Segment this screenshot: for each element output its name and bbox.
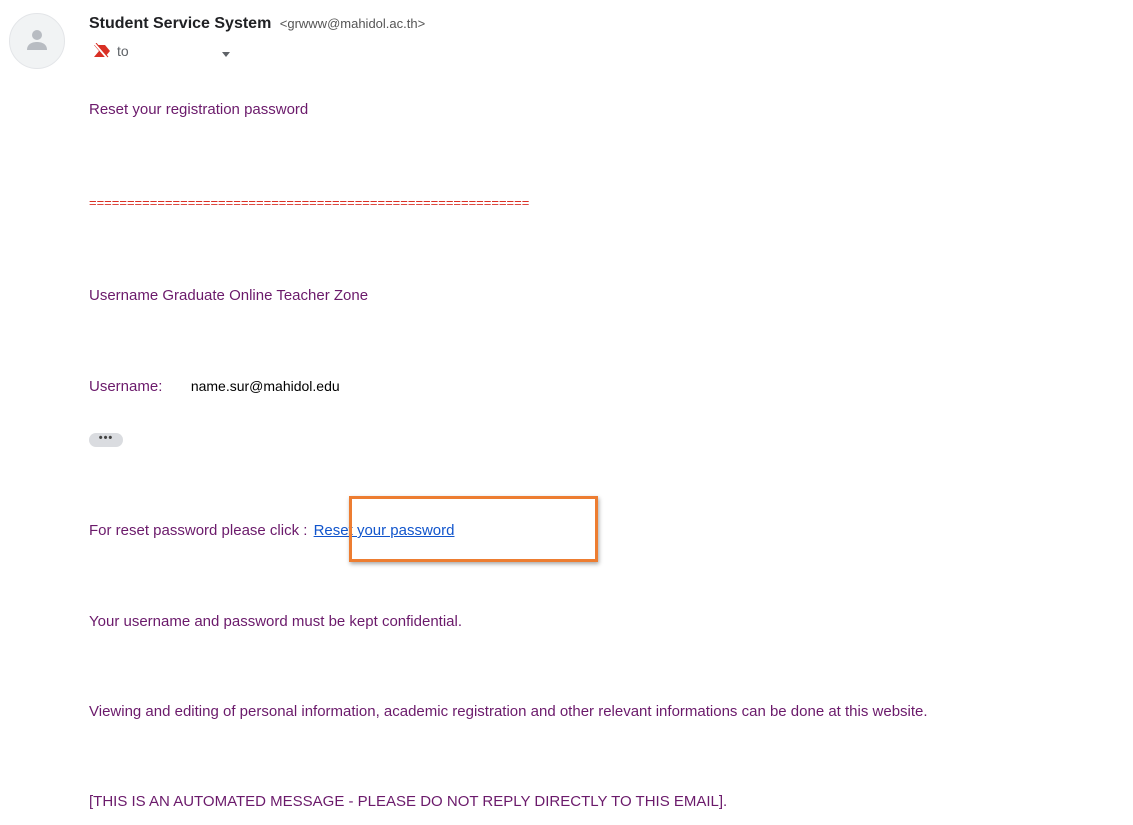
highlight-box [349,496,598,562]
message-title-line: Reset your registration password [89,101,309,118]
ellipsis-icon: ••• [98,432,114,444]
reset-prompt: For reset password please click : [89,522,308,539]
username-label: Username: [89,378,163,395]
caret-down-icon[interactable] [220,46,232,57]
sender-line: Student Service System <grwww@mahidol.ac… [89,15,425,33]
show-trimmed-content-button[interactable]: ••• [89,433,123,447]
username-value: name.sur@mahidol.edu [190,378,340,394]
zone-line: Username Graduate Online Teacher Zone [89,287,369,304]
to-label: to [117,43,129,59]
separator-line: ========================================… [89,195,530,210]
sender-email: <grwww@mahidol.ac.th> [279,16,426,31]
automated-notice-line: [THIS IS AN AUTOMATED MESSAGE - PLEASE D… [89,793,728,810]
sender-name[interactable]: Student Service System [89,15,271,32]
important-marker-icon[interactable] [93,42,111,59]
default-avatar-icon [27,30,47,50]
username-row: Username: name.sur@mahidol.edu [89,378,340,396]
info-line: Viewing and editing of personal informat… [89,703,928,720]
recipient-line: to [93,40,232,62]
sender-avatar[interactable] [9,13,65,69]
confidential-line: Your username and password must be kept … [89,613,463,630]
